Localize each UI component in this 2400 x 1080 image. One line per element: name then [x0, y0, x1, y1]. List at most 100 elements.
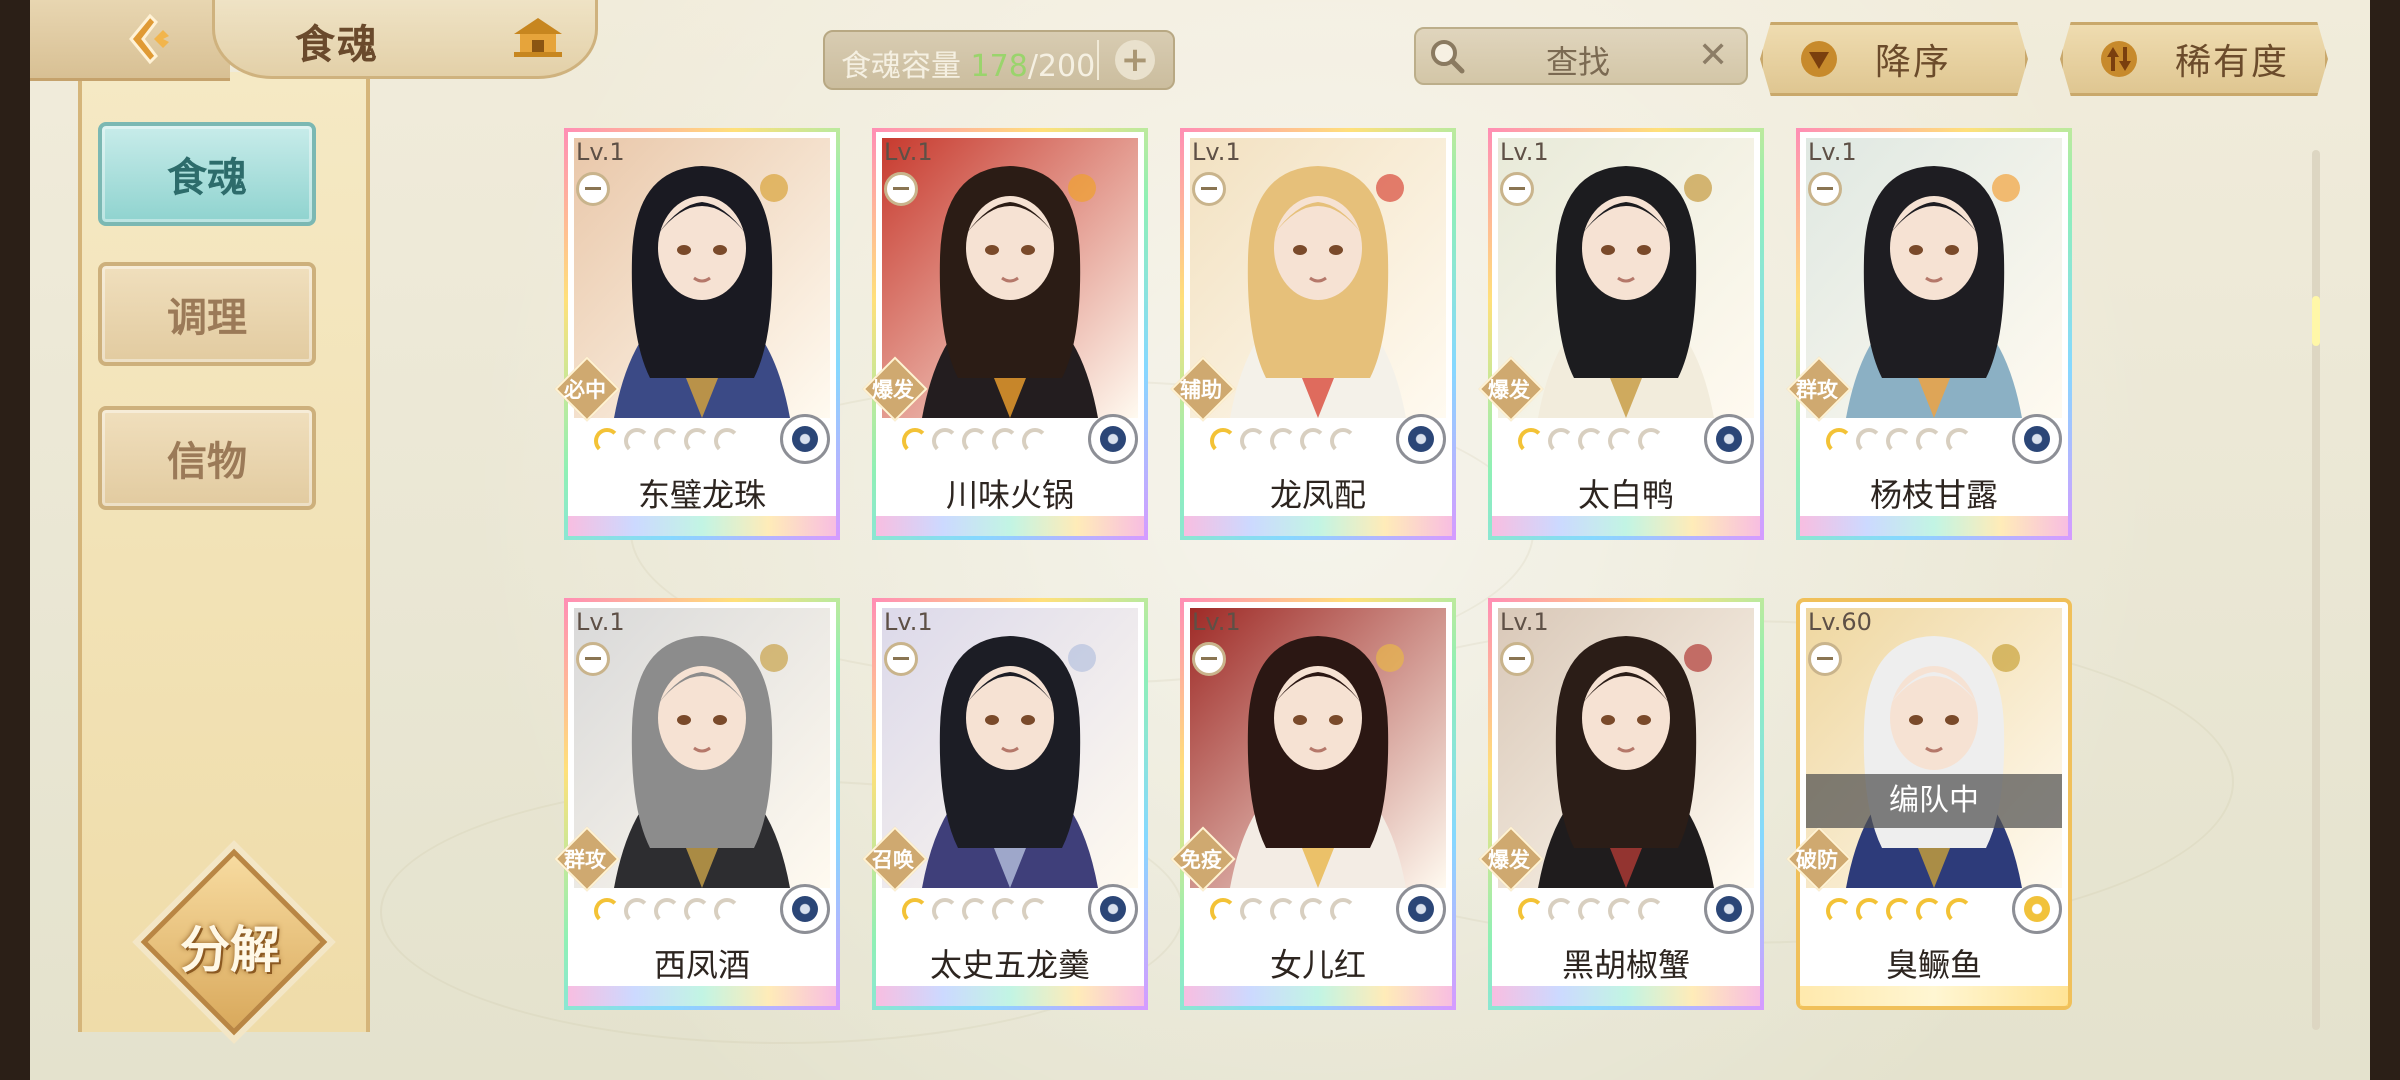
tab-cook[interactable]: 调理 [98, 262, 316, 366]
star-rating [1518, 898, 1664, 928]
tab-token[interactable]: 信物 [98, 406, 316, 510]
star-icon [1578, 898, 1604, 924]
role-badge: 群攻 [1786, 356, 1852, 422]
star-icon [1548, 898, 1574, 924]
star-icon [594, 428, 620, 454]
role-badge: 辅助 [1170, 356, 1236, 422]
star-icon [1946, 898, 1972, 924]
divider [1097, 40, 1099, 80]
role-label: 群攻 [1796, 378, 1838, 402]
food-soul-card[interactable]: Lv.1 免疫 女儿红 [1170, 598, 1456, 1010]
star-icon [1856, 898, 1882, 924]
home-icon[interactable] [510, 16, 566, 60]
star-rating [1826, 898, 1972, 928]
star-icon [1548, 428, 1574, 454]
card-level: Lv.1 [884, 138, 933, 166]
search-input[interactable]: 查找 ✕ [1414, 27, 1748, 85]
capacity-max: 200 [1037, 49, 1096, 84]
star-icon [1022, 428, 1048, 454]
card-level: Lv.60 [1808, 608, 1872, 636]
star-icon [962, 428, 988, 454]
food-soul-card[interactable]: Lv.1 群攻 西凤酒 [554, 598, 840, 1010]
star-icon [932, 898, 958, 924]
card-level: Lv.1 [576, 138, 625, 166]
role-badge: 免疫 [1170, 826, 1236, 892]
star-icon [1886, 428, 1912, 454]
back-button[interactable] [115, 10, 185, 68]
blue-flower-icon [1088, 414, 1138, 464]
lock-toggle-icon[interactable] [884, 172, 918, 206]
card-name: 杨枝甘露 [1869, 476, 1998, 514]
tab-label: 信物 [167, 438, 247, 485]
food-soul-card[interactable]: Lv.1 爆发 川味火锅 [862, 128, 1148, 540]
back-tab [30, 0, 230, 81]
screen-edge-right [2370, 0, 2400, 1080]
star-icon [654, 428, 680, 454]
star-icon [1240, 428, 1266, 454]
star-icon [1330, 898, 1356, 924]
card-name: 西凤酒 [653, 946, 750, 984]
sort-rarity-button[interactable]: 稀有度 [2060, 22, 2328, 96]
blue-flower-icon [1704, 414, 1754, 464]
food-soul-card[interactable]: Lv.1 必中 东璧龙珠 [554, 128, 840, 540]
star-icon [684, 898, 710, 924]
star-icon [714, 898, 740, 924]
lock-toggle-icon[interactable] [1192, 642, 1226, 676]
card-level: Lv.1 [1808, 138, 1857, 166]
lock-toggle-icon[interactable] [1500, 642, 1534, 676]
star-rating [594, 898, 740, 928]
star-icon [1210, 428, 1236, 454]
lock-toggle-icon[interactable] [1808, 642, 1842, 676]
add-capacity-button[interactable]: + [1115, 40, 1155, 80]
lock-toggle-icon[interactable] [1808, 172, 1842, 206]
card-name: 川味火锅 [945, 476, 1074, 514]
lock-toggle-icon[interactable] [1500, 172, 1534, 206]
sort-order-button[interactable]: 降序 [1760, 22, 2028, 96]
lock-toggle-icon[interactable] [576, 172, 610, 206]
star-icon [1270, 428, 1296, 454]
role-badge: 群攻 [554, 826, 620, 892]
star-icon [594, 898, 620, 924]
search-icon [1431, 40, 1465, 74]
food-soul-card[interactable]: Lv.1 召唤 太史五龙羹 [862, 598, 1148, 1010]
star-rating [1210, 898, 1356, 928]
food-soul-card[interactable]: Lv.1 群攻 杨枝甘露 [1786, 128, 2072, 540]
star-icon [624, 428, 650, 454]
tab-food-soul[interactable]: 食魂 [98, 122, 316, 226]
star-icon [932, 428, 958, 454]
rarity-stripe [1800, 516, 2068, 536]
lock-toggle-icon[interactable] [1192, 172, 1226, 206]
capacity-box: 食魂容量 178/200 + [823, 30, 1175, 90]
card-name: 太白鸭 [1577, 476, 1674, 514]
blue-flower-icon [1088, 884, 1138, 934]
close-icon[interactable]: ✕ [1698, 35, 1728, 76]
decompose-button[interactable]: 分解 [140, 848, 328, 1036]
role-badge: 必中 [554, 356, 620, 422]
rarity-stripe [568, 986, 836, 1006]
star-icon [1022, 898, 1048, 924]
lock-toggle-icon[interactable] [884, 642, 918, 676]
lock-toggle-icon[interactable] [576, 642, 610, 676]
star-icon [902, 898, 928, 924]
tab-label: 食魂 [167, 154, 247, 201]
star-icon [1826, 898, 1852, 924]
star-rating [902, 898, 1048, 928]
title-tab: 食魂 [212, 0, 598, 79]
card-name: 黑胡椒蟹 [1561, 946, 1690, 984]
page-title: 食魂 [295, 21, 379, 68]
star-rating [1826, 428, 1972, 458]
food-soul-card[interactable]: Lv.60 破防 臭鳜鱼 编队中 [1786, 598, 2072, 1010]
card-level: Lv.1 [1500, 138, 1549, 166]
star-icon [684, 428, 710, 454]
food-soul-card[interactable]: Lv.1 爆发 太白鸭 [1478, 128, 1764, 540]
food-soul-card[interactable]: Lv.1 辅助 龙凤配 [1170, 128, 1456, 540]
star-icon [1300, 428, 1326, 454]
scrollbar-thumb[interactable] [2312, 296, 2320, 346]
food-soul-card[interactable]: Lv.1 爆发 黑胡椒蟹 [1478, 598, 1764, 1010]
card-name: 东璧龙珠 [637, 476, 766, 514]
star-icon [1518, 428, 1544, 454]
blue-flower-icon [780, 414, 830, 464]
sort-order-label: 降序 [1875, 42, 1952, 83]
scrollbar[interactable] [2312, 150, 2320, 1030]
star-icon [1210, 898, 1236, 924]
